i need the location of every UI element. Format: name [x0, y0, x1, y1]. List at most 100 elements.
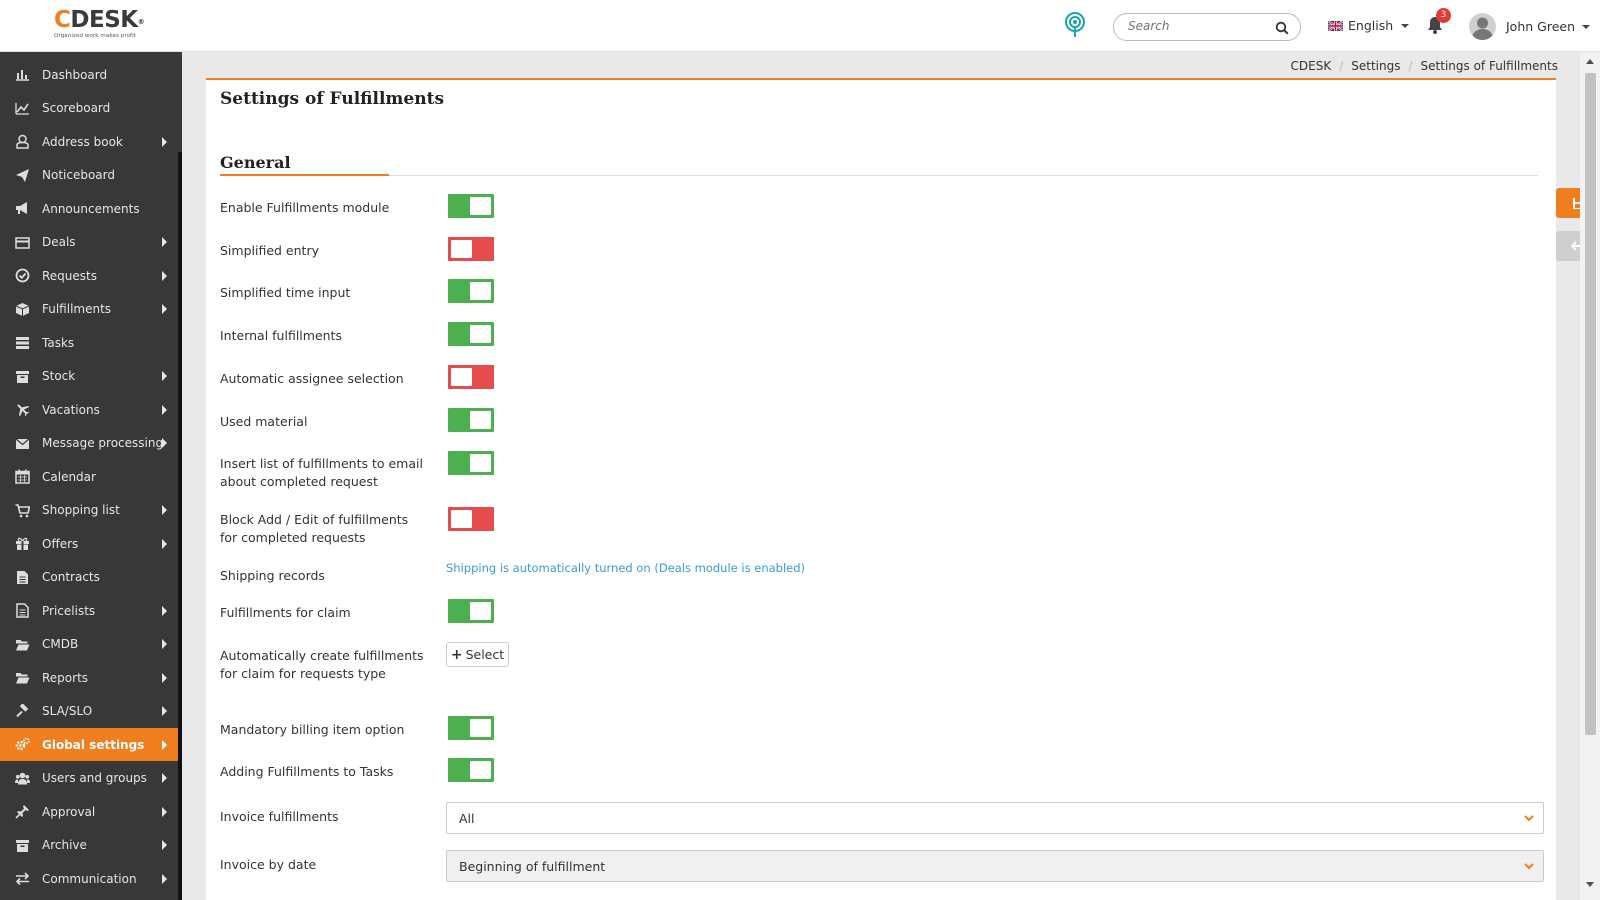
chevron-down-icon	[1401, 23, 1410, 28]
search-input[interactable]	[1128, 19, 1268, 33]
sidebar-item-address-book[interactable]: Address book	[0, 125, 178, 158]
sidebar-item-users-and-groups[interactable]: Users and groups	[0, 762, 178, 795]
sidebar-item-scoreboard[interactable]: Scoreboard	[0, 92, 178, 125]
label-for-claim: Fulfillments for claim	[220, 605, 351, 620]
gift-icon	[15, 536, 30, 551]
sidebar-item-communication[interactable]: Communication	[0, 862, 178, 895]
chevron-right-icon	[162, 605, 167, 616]
sidebar-item-reports[interactable]: Reports	[0, 661, 178, 694]
sidebar-item-cmdb[interactable]: CMDB	[0, 628, 178, 661]
chevron-right-icon	[162, 404, 167, 415]
chevron-right-icon	[162, 840, 167, 850]
toggle-knob	[451, 510, 472, 528]
sidebar-item-message-processing[interactable]: Message processing	[0, 427, 178, 460]
sidebar-item-label: SLA/SLO	[42, 704, 93, 718]
toggle-used-material[interactable]	[448, 408, 494, 432]
logo-tagline: Organized work makes profit	[54, 33, 136, 39]
sidebar-item-label: Contracts	[42, 570, 100, 584]
select-request-types-button[interactable]: + Select	[446, 642, 509, 667]
scroll-down-arrow[interactable]	[1586, 882, 1594, 887]
cube-icon	[15, 302, 30, 317]
sidebar-item-label: Vacations	[42, 402, 100, 417]
toggle-add-to-tasks[interactable]	[448, 758, 494, 782]
folder-open-icon	[15, 637, 30, 652]
label-invoice-by-date: Invoice by date	[220, 857, 317, 872]
sidebar-item-announcements[interactable]: Announcements	[0, 192, 178, 225]
search-icon[interactable]	[1275, 21, 1289, 35]
scrollbar-thumb[interactable]	[1585, 73, 1596, 735]
toggle-knob	[451, 368, 472, 386]
chevron-down-icon	[1582, 24, 1591, 29]
sidebar-item-global-settings[interactable]: Global settings	[0, 728, 178, 761]
user-avatar-icon	[1472, 17, 1493, 40]
toggle-insert-list[interactable]	[448, 451, 494, 475]
toggle-auto-assignee[interactable]	[448, 365, 494, 389]
sidebar-item-shopping-list[interactable]: Shopping list	[0, 494, 178, 527]
sidebar-item-label: Global settings	[42, 737, 145, 752]
toggle-simplified-entry[interactable]	[448, 237, 494, 261]
sidebar-item-label: Message processing	[42, 436, 164, 450]
page-scrollbar[interactable]	[1580, 52, 1600, 900]
label-mandatory-billing: Mandatory billing item option	[220, 722, 405, 737]
sidebar-item-stock[interactable]: Stock	[0, 360, 178, 393]
sidebar-item-tasks[interactable]: Tasks	[0, 326, 178, 359]
sidebar-item-noticeboard[interactable]: Noticeboard	[0, 159, 178, 192]
toggle-for-claim[interactable]	[448, 599, 494, 623]
scroll-up-arrow[interactable]	[1586, 59, 1594, 64]
user-icon	[15, 134, 30, 149]
chevron-right-icon	[162, 873, 167, 884]
archive-box-icon	[15, 838, 30, 853]
chevron-right-icon	[162, 371, 167, 381]
notification-badge[interactable]: 3	[1436, 8, 1451, 23]
sidebar-item-label: Dashboard	[42, 67, 108, 82]
sidebar-item-fulfillments[interactable]: Fulfillments	[0, 293, 178, 326]
chevron-right-icon	[162, 538, 167, 549]
sidebar-item-label: Shopping list	[42, 503, 120, 517]
sidebar-item-vacations[interactable]: Vacations	[0, 393, 178, 426]
toggle-internal[interactable]	[448, 322, 494, 346]
avatar[interactable]	[1469, 13, 1496, 40]
invoice-by-date-select[interactable]: Beginning of fulfillment	[446, 850, 1544, 882]
language-selector[interactable]: English	[1328, 18, 1410, 33]
sidebar-item-label: CMDB	[42, 637, 79, 651]
breadcrumb-item-settings[interactable]: Settings	[1351, 59, 1400, 73]
user-menu[interactable]: John Green	[1506, 19, 1591, 34]
sidebar-item-label: Scoreboard	[42, 101, 111, 115]
toggle-knob	[470, 197, 491, 215]
label-auto-assignee: Automatic assignee selection	[220, 371, 404, 386]
sidebar-item-approval[interactable]: Approval	[0, 795, 178, 828]
sidebar-item-pricelists[interactable]: Pricelists	[0, 594, 178, 627]
toggle-block-edit[interactable]	[448, 507, 494, 531]
sidebar-item-archive[interactable]: Archive	[0, 829, 178, 862]
label-internal: Internal fulfillments	[220, 328, 342, 343]
toggle-mandatory-billing[interactable]	[448, 716, 494, 740]
toggle-knob	[470, 719, 491, 737]
label-enable-module: Enable Fulfillments module	[220, 200, 390, 215]
sidebar-item-requests[interactable]: Requests	[0, 259, 178, 292]
section-title-general: General	[220, 153, 291, 172]
logo-text-rest: DESK	[70, 7, 138, 33]
sidebar-item-contracts[interactable]: Contracts	[0, 561, 178, 594]
sidebar-item-label: Requests	[42, 268, 97, 283]
sidebar-item-label: Calendar	[42, 469, 96, 484]
page-title: Settings of Fulfillments	[220, 89, 445, 109]
thumbtack-icon	[15, 804, 30, 819]
sidebar-item-calendar[interactable]: Calendar	[0, 460, 178, 493]
beacon-icon[interactable]	[1064, 12, 1086, 38]
credit-card-icon	[15, 235, 30, 250]
logo[interactable]: CDESK® Organized work makes profit	[54, 7, 145, 39]
breadcrumb-item-cdesk[interactable]: CDESK	[1291, 59, 1332, 73]
toggle-simplified-time[interactable]	[448, 279, 494, 303]
sidebar-item-sla-slo[interactable]: SLA/SLO	[0, 695, 178, 728]
paper-plane-icon	[15, 168, 30, 183]
uk-flag-icon	[1328, 20, 1343, 31]
exchange-icon	[15, 871, 30, 886]
search-box[interactable]	[1113, 13, 1301, 41]
users-icon	[15, 771, 30, 786]
invoice-fulfillments-select[interactable]: All	[446, 802, 1544, 834]
sidebar-item-offers[interactable]: Offers	[0, 527, 178, 560]
toggle-knob	[470, 761, 491, 779]
toggle-enable-module[interactable]	[448, 194, 494, 218]
sidebar-item-dashboard[interactable]: Dashboard	[0, 58, 178, 91]
sidebar-item-deals[interactable]: Deals	[0, 226, 178, 259]
